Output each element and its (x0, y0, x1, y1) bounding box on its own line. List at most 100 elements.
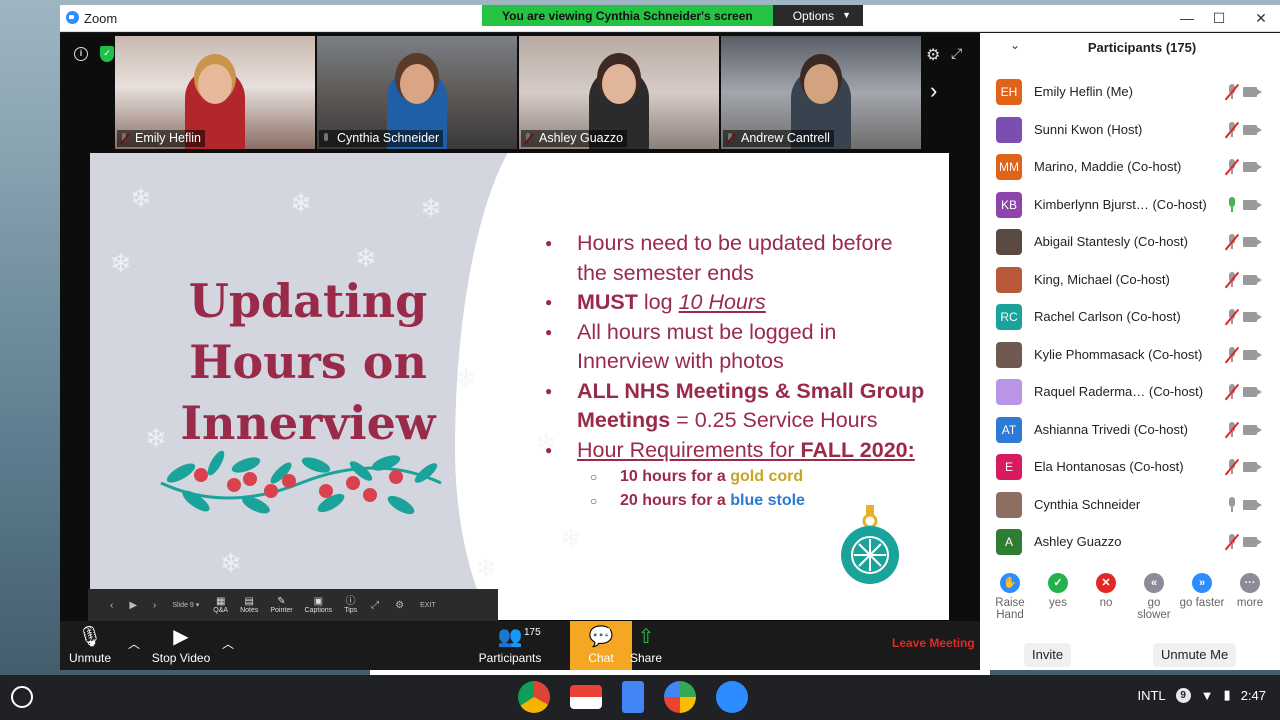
muted-mic-icon[interactable] (1224, 533, 1239, 551)
video-camera-icon[interactable] (1243, 199, 1257, 210)
unmute-me-button[interactable]: Unmute Me (1153, 643, 1237, 667)
muted-mic-icon[interactable] (1224, 121, 1239, 138)
gear-icon[interactable]: ⚙ (926, 45, 940, 65)
exit-button[interactable]: EXIT (412, 602, 444, 609)
video-camera-icon[interactable] (1243, 537, 1257, 547)
slide-title: Updating Hours on Innerview (158, 271, 458, 454)
settings-icon[interactable]: ⚙ (387, 600, 412, 611)
docs-icon[interactable] (622, 681, 644, 713)
close-icon[interactable]: ✕ (1250, 8, 1272, 28)
chrome-icon[interactable] (518, 681, 550, 713)
reaction-button[interactable]: « go slower (1130, 573, 1178, 633)
play-store-icon[interactable] (664, 681, 696, 713)
video-camera-icon[interactable] (1243, 124, 1257, 135)
reaction-button[interactable]: ✓ yes (1034, 573, 1082, 633)
video-camera-icon[interactable] (1243, 387, 1257, 397)
battery-icon: ▮ (1223, 687, 1231, 702)
participants-list: EH Emily Heflin (Me) Sunni Kwon (Host) MM Ma… (980, 73, 1280, 558)
participant-name: Ashley Guazzo (1034, 534, 1122, 549)
video-camera-icon[interactable] (1243, 349, 1257, 360)
invite-button[interactable]: Invite (1024, 643, 1072, 667)
shared-slide: ❄ ❄ ❄ ❄ ❄ ❄ ❄ ❄ ❄ ❄ ❄ Updating Hours on … (90, 153, 949, 620)
participant-row[interactable]: Raquel Raderma… (Co-host) (980, 373, 1280, 411)
video-options-chevron-icon[interactable]: ︿ (222, 635, 234, 652)
maximize-icon[interactable]: ☐ (1208, 8, 1230, 28)
avatar (996, 229, 1022, 255)
muted-mic-icon[interactable] (1224, 271, 1239, 288)
video-camera-icon[interactable] (1243, 274, 1257, 285)
participant-name: Raquel Raderma… (Co-host) (1034, 384, 1204, 399)
participant-row[interactable]: Kylie Phommasack (Co-host) (980, 336, 1280, 374)
minimize-icon[interactable]: — (1176, 8, 1198, 28)
participant-row[interactable]: King, Michael (Co-host) (980, 261, 1280, 299)
muted-mic-icon[interactable] (1224, 458, 1239, 476)
participant-row[interactable]: EH Emily Heflin (Me) (980, 73, 1280, 111)
gmail-icon[interactable] (570, 685, 602, 709)
previous-slide-icon[interactable]: ‹ (102, 600, 121, 611)
video-camera-icon[interactable] (1243, 462, 1257, 472)
status-tray[interactable]: INTL 9 ▼ ▮ 2:47 (1137, 687, 1266, 703)
zoom-icon[interactable] (716, 681, 748, 713)
reaction-button[interactable]: » go faster (1178, 573, 1226, 633)
clock: 2:47 (1240, 687, 1266, 703)
muted-mic-icon[interactable] (1224, 233, 1239, 251)
encryption-shield-icon[interactable]: ✓ (100, 46, 114, 62)
chevron-down-icon: ▼ (842, 10, 851, 20)
avatar (996, 341, 1022, 368)
video-camera-icon[interactable] (1243, 162, 1257, 172)
participant-name: Marino, Maddie (Co-host) (1034, 159, 1182, 174)
participant-row[interactable]: Sunni Kwon (Host) (980, 111, 1280, 149)
next-page-arrow-icon[interactable]: › (930, 78, 937, 104)
participant-row[interactable]: A Ashley Guazzo (980, 523, 1280, 558)
launcher-icon[interactable] (11, 686, 33, 708)
audio-options-chevron-icon[interactable]: ︿ (128, 635, 140, 652)
muted-mic-icon[interactable] (1224, 83, 1239, 101)
qa-button[interactable]: ▦ Q&A (207, 596, 234, 614)
video-camera-icon[interactable] (1243, 312, 1257, 322)
check-icon: ✓ (1048, 573, 1068, 593)
meeting-control-bar: 🎙 Unmute ︿ ▶ Stop Video ︿ 👥 Participants… (60, 621, 980, 670)
reaction-button[interactable]: ✋ Raise Hand (986, 573, 1034, 633)
mic-icon[interactable] (1226, 496, 1238, 513)
pointer-button[interactable]: ✎ Pointer (264, 596, 298, 614)
video-tile[interactable]: Ashley Guazzo (519, 36, 719, 149)
participant-row[interactable]: AT Ashianna Trivedi (Co-host) (980, 411, 1280, 449)
video-camera-icon[interactable] (1243, 87, 1257, 97)
participant-row[interactable]: KB Kimberlynn Bjurst… (Co-host) (980, 186, 1280, 224)
muted-mic-icon[interactable] (1224, 308, 1239, 326)
reaction-button[interactable]: ··· more (1226, 573, 1274, 633)
participant-row[interactable]: RC Rachel Carlson (Co-host) (980, 298, 1280, 336)
notes-button[interactable]: ▤ Notes (234, 596, 264, 614)
participants-panel: ⌄ Participants (175) EH Emily Heflin (Me)… (980, 33, 1280, 670)
muted-mic-icon[interactable] (1224, 383, 1239, 401)
stop-video-button[interactable]: ▶ Stop Video (148, 625, 214, 665)
captions-button[interactable]: ▣ Captions (299, 596, 339, 614)
video-tile[interactable]: Cynthia Schneider (317, 36, 517, 149)
slide-number-dropdown[interactable]: Slide 9 ▾ (164, 601, 207, 609)
video-tile[interactable]: Andrew Cantrell (721, 36, 921, 149)
chat-button[interactable]: 💬 Chat 3 (570, 621, 632, 670)
meeting-info-icon[interactable]: i (74, 47, 88, 61)
mic-icon[interactable] (1226, 196, 1238, 213)
leave-meeting-button[interactable]: Leave Meeting (892, 636, 975, 650)
share-button[interactable]: ⇧ Share (628, 625, 664, 665)
video-camera-icon[interactable] (1243, 499, 1257, 510)
muted-mic-icon[interactable] (1224, 346, 1239, 363)
participant-row[interactable]: E Ela Hontanosas (Co-host) (980, 448, 1280, 486)
next-slide-icon[interactable]: › (145, 600, 164, 611)
participant-row[interactable]: Abigail Stantesly (Co-host) (980, 223, 1280, 261)
muted-mic-icon[interactable] (1224, 158, 1239, 176)
video-tile[interactable]: Emily Heflin (115, 36, 315, 149)
participant-row[interactable]: Cynthia Schneider (980, 486, 1280, 524)
expand-icon[interactable]: ⤢ (951, 45, 962, 62)
video-camera-icon[interactable] (1243, 237, 1257, 247)
tips-button[interactable]: ⓘ Tips (338, 596, 363, 614)
unmute-button[interactable]: 🎙 Unmute (66, 625, 114, 665)
fullscreen-icon[interactable]: ⤢ (363, 600, 387, 611)
play-icon[interactable]: ▶ (121, 600, 145, 611)
view-options-button[interactable]: Options ▼ (772, 5, 863, 26)
muted-mic-icon[interactable] (1224, 421, 1239, 438)
participant-row[interactable]: MM Marino, Maddie (Co-host) (980, 148, 1280, 186)
reaction-button[interactable]: ✕ no (1082, 573, 1130, 633)
video-camera-icon[interactable] (1243, 424, 1257, 435)
